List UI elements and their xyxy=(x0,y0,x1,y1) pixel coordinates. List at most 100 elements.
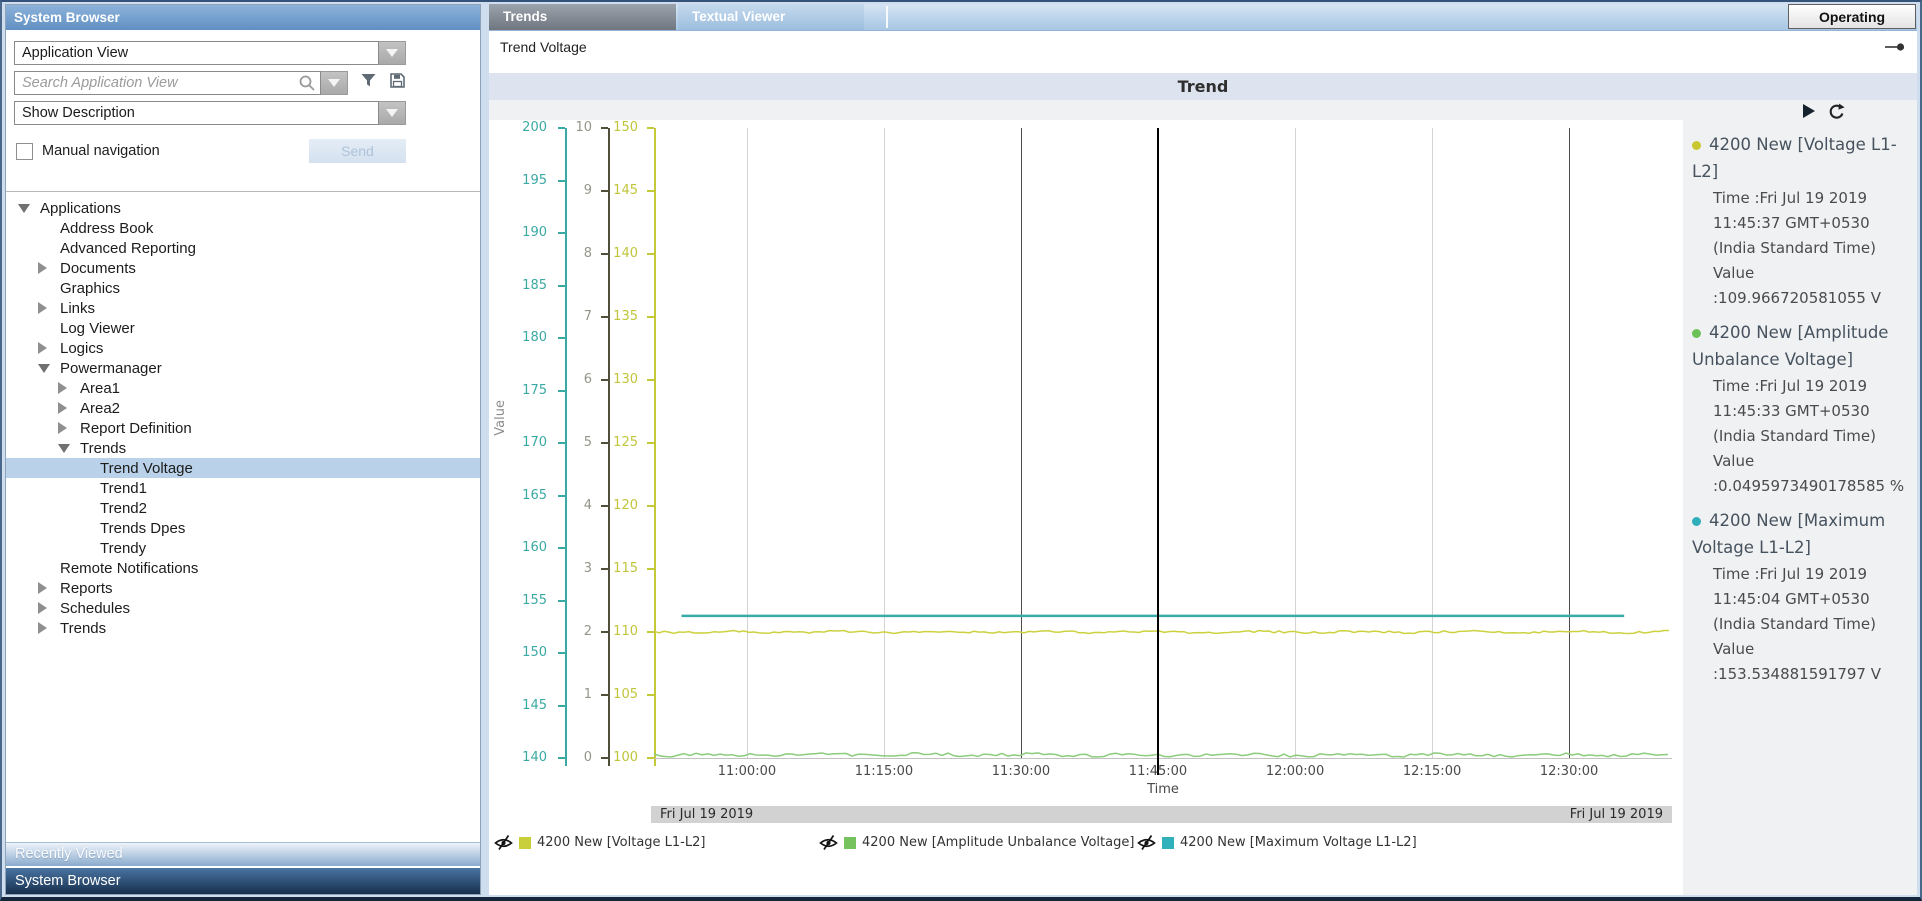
expand-arrow-icon[interactable] xyxy=(58,382,80,394)
y-tick-mark xyxy=(558,547,565,549)
y-tick-label: 190 xyxy=(505,225,547,241)
tree-item-links[interactable]: Links xyxy=(6,298,480,318)
expand-arrow-icon[interactable] xyxy=(38,262,60,274)
tree-item-trend1[interactable]: Trend1 xyxy=(6,478,480,498)
expand-arrow-icon[interactable] xyxy=(38,582,60,594)
tree-item-label: Trends Dpes xyxy=(100,520,185,537)
y-tick-label: 10 xyxy=(550,120,592,136)
x-tick-label: 11:00:00 xyxy=(705,764,789,779)
y-tick-label: 7 xyxy=(550,309,592,325)
expand-arrow-icon[interactable] xyxy=(38,622,60,634)
tree-item-label: Logics xyxy=(60,340,103,357)
y-tick-mark xyxy=(647,190,654,192)
play-icon[interactable] xyxy=(1801,103,1816,123)
y-tick-label: 165 xyxy=(505,488,547,504)
expand-arrow-icon[interactable] xyxy=(38,602,60,614)
tree-item-trends[interactable]: Trends xyxy=(6,438,480,458)
search-input[interactable] xyxy=(14,71,321,95)
y-axis-title: Value xyxy=(493,400,508,436)
tab-trends[interactable]: Trends xyxy=(489,4,676,30)
search-dropdown-button[interactable] xyxy=(321,71,348,95)
tree-item-advanced-reporting[interactable]: Advanced Reporting xyxy=(6,238,480,258)
view-selector[interactable]: Application View xyxy=(14,41,379,65)
tree-item-logics[interactable]: Logics xyxy=(6,338,480,358)
tree-item-schedules[interactable]: Schedules xyxy=(6,598,480,618)
tree-item-trends-dpes[interactable]: Trends Dpes xyxy=(6,518,480,538)
tree-item-trend-voltage[interactable]: Trend Voltage xyxy=(6,458,480,478)
expand-arrow-icon[interactable] xyxy=(38,302,60,314)
tree-item-area2[interactable]: Area2 xyxy=(6,398,480,418)
legend-item-4200-new-maximum-voltage-l1-l2[interactable]: 4200 New [Maximum Voltage L1-L2] xyxy=(1137,834,1417,851)
y-tick-label: 170 xyxy=(505,435,547,451)
filter-icon[interactable] xyxy=(360,72,377,94)
series-time-value: Time :Fri Jul 19 2019 11:45:04 GMT+0530 … xyxy=(1692,562,1911,687)
x-tick-label: 12:00:00 xyxy=(1253,764,1337,779)
tree-item-report-definition[interactable]: Report Definition xyxy=(6,418,480,438)
recently-viewed-bar[interactable]: Recently Viewed xyxy=(6,842,480,866)
legend-item-4200-new-amplitude-unbalance-voltage[interactable]: 4200 New [Amplitude Unbalance Voltage] xyxy=(819,834,1134,851)
legend-label: 4200 New [Amplitude Unbalance Voltage] xyxy=(862,835,1134,850)
tree-item-label: Trend1 xyxy=(100,480,147,497)
legend-item-4200-new-voltage-l1-l2[interactable]: 4200 New [Voltage L1-L2] xyxy=(494,834,705,851)
x-tick-label: 12:15:00 xyxy=(1390,764,1474,779)
tree-item-reports[interactable]: Reports xyxy=(6,578,480,598)
tree-item-trend2[interactable]: Trend2 xyxy=(6,498,480,518)
legend-label: 4200 New [Maximum Voltage L1-L2] xyxy=(1180,835,1417,850)
view-selector-dropdown-button[interactable] xyxy=(379,41,406,65)
manual-navigation-checkbox[interactable] xyxy=(16,143,33,160)
y-tick-label: 5 xyxy=(550,435,592,451)
tree-item-applications[interactable]: Applications xyxy=(6,198,480,218)
series-color-dot-icon xyxy=(1692,141,1701,150)
description-selector-dropdown-button[interactable] xyxy=(379,101,406,125)
x-tick-label: 11:15:00 xyxy=(842,764,926,779)
y-tick-label: 185 xyxy=(505,278,547,294)
y-tick-label: 125 xyxy=(596,435,638,451)
series-time-value: Time :Fri Jul 19 2019 11:45:37 GMT+0530 … xyxy=(1692,186,1911,311)
send-button[interactable]: Send xyxy=(309,139,406,163)
refresh-icon[interactable] xyxy=(1827,103,1845,124)
y-tick-mark xyxy=(558,600,565,602)
y-tick-mark xyxy=(558,705,565,707)
tree-item-area1[interactable]: Area1 xyxy=(6,378,480,398)
system-browser-footer-bar[interactable]: System Browser xyxy=(6,868,480,894)
collapse-arrow-icon[interactable] xyxy=(58,444,80,453)
series-value: Value :0.0495973490178585 % xyxy=(1713,449,1911,499)
tree-item-documents[interactable]: Documents xyxy=(6,258,480,278)
save-icon[interactable] xyxy=(389,72,406,94)
tree-item-log-viewer[interactable]: Log Viewer xyxy=(6,318,480,338)
expand-arrow-icon[interactable] xyxy=(38,342,60,354)
operating-mode-button[interactable]: Operating xyxy=(1788,4,1916,29)
y-tick-label: 130 xyxy=(596,372,638,388)
tab-textual-viewer[interactable]: Textual Viewer xyxy=(678,4,864,30)
y-tick-mark xyxy=(558,285,565,287)
tab-bar: Trends Textual Viewer Operating xyxy=(489,4,1917,31)
expand-arrow-icon[interactable] xyxy=(58,402,80,414)
expand-arrow-icon[interactable] xyxy=(58,422,80,434)
series-detail-blocks: 4200 New [Voltage L1-L2]Time :Fri Jul 19… xyxy=(1692,131,1911,687)
y-tick-label: 0 xyxy=(550,750,592,766)
y-tick-mark xyxy=(647,316,654,318)
collapse-arrow-icon[interactable] xyxy=(38,364,60,373)
cursor-line[interactable] xyxy=(1157,128,1159,775)
tree-item-trends[interactable]: Trends xyxy=(6,618,480,638)
tree-item-trendy[interactable]: Trendy xyxy=(6,538,480,558)
y-tick-label: 1 xyxy=(550,687,592,703)
chevron-down-icon xyxy=(386,49,398,57)
series-timestamp: Time :Fri Jul 19 2019 11:45:37 GMT+0530 … xyxy=(1713,186,1911,261)
tree-item-powermanager[interactable]: Powermanager xyxy=(6,358,480,378)
y-tick-label: 4 xyxy=(550,498,592,514)
tree-item-graphics[interactable]: Graphics xyxy=(6,278,480,298)
collapse-arrow-icon[interactable] xyxy=(18,204,40,213)
y-tick-mark xyxy=(647,442,654,444)
tree-item-label: Trends xyxy=(80,440,126,457)
legend-color-swatch xyxy=(844,837,856,849)
series-value: Value :153.534881591797 V xyxy=(1713,637,1911,687)
y-tick-mark xyxy=(647,127,654,129)
description-selector[interactable]: Show Description xyxy=(14,101,379,125)
tree-item-remote-notifications[interactable]: Remote Notifications xyxy=(6,558,480,578)
legend-color-swatch xyxy=(1162,837,1174,849)
pin-icon[interactable] xyxy=(1884,39,1906,55)
chart-title-bar: Trend xyxy=(489,73,1917,100)
y-tick-label: 150 xyxy=(505,645,547,661)
tree-item-address-book[interactable]: Address Book xyxy=(6,218,480,238)
